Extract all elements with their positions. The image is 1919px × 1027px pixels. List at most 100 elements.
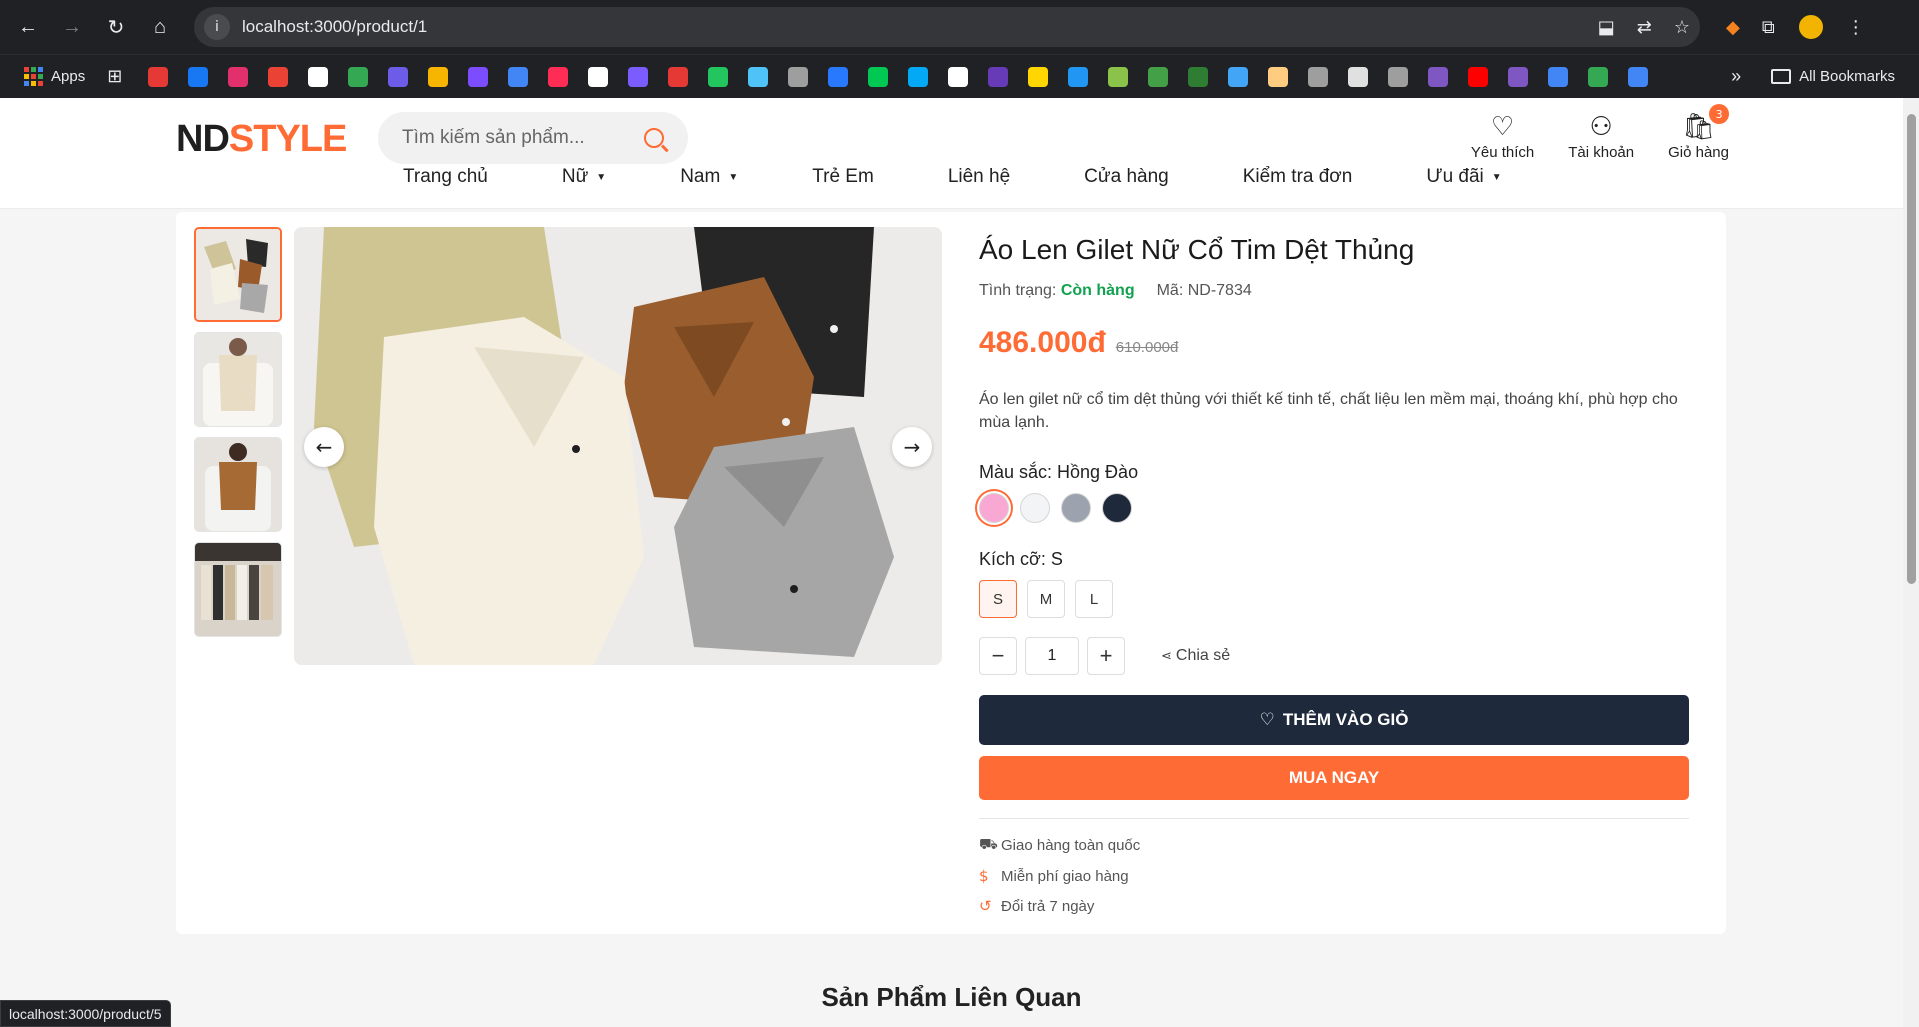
- thumbnail-3[interactable]: [194, 437, 282, 532]
- address-bar[interactable]: i localhost:3000/product/1 ⬓ ⇄ ☆: [194, 7, 1700, 47]
- bookmark-favicon-icon[interactable]: [468, 66, 489, 87]
- bookmark-favicon-icon[interactable]: [708, 66, 729, 87]
- bookmark-favicon-icon[interactable]: [828, 66, 849, 87]
- color-swatch[interactable]: [979, 493, 1009, 523]
- bookmark-favicon-icon[interactable]: [1508, 66, 1529, 87]
- url-text[interactable]: localhost:3000/product/1: [242, 17, 1598, 37]
- thumbnail-2[interactable]: [194, 332, 282, 427]
- nav-item[interactable]: Trang chủ: [403, 166, 488, 188]
- bookmark-favicon-icon[interactable]: [428, 66, 449, 87]
- bookmark-favicon-icon[interactable]: [1388, 66, 1409, 87]
- extensions-puzzle-icon[interactable]: ⧉: [1762, 17, 1775, 38]
- bookmark-favicon-icon[interactable]: [268, 66, 289, 87]
- thumbnail-1[interactable]: [194, 227, 282, 322]
- next-image-arrow-icon[interactable]: →: [892, 427, 932, 467]
- bookmark-favicon-icon[interactable]: [748, 66, 769, 87]
- nav-item[interactable]: Cửa hàng: [1084, 166, 1169, 188]
- reload-icon[interactable]: ↻: [102, 13, 130, 41]
- page-scrollbar[interactable]: [1903, 98, 1919, 1027]
- scrollbar-thumb[interactable]: [1907, 114, 1916, 584]
- install-app-icon[interactable]: ⬓: [1598, 17, 1615, 38]
- color-swatch[interactable]: [1061, 493, 1091, 523]
- nav-item[interactable]: Ưu đãi ▼: [1426, 166, 1501, 188]
- nav-item[interactable]: Liên hệ: [948, 166, 1010, 188]
- decrease-quantity-button[interactable]: −: [979, 637, 1017, 675]
- home-icon[interactable]: ⌂: [146, 13, 174, 41]
- size-option[interactable]: S: [979, 580, 1017, 618]
- search-input[interactable]: Tìm kiếm sản phẩm...: [402, 127, 644, 149]
- bookmark-favicon-icon[interactable]: [1348, 66, 1369, 87]
- color-swatch[interactable]: [1020, 493, 1050, 523]
- thumbnail-3-image: [195, 438, 281, 531]
- nav-item[interactable]: Nam ▼: [680, 166, 738, 188]
- translate-icon[interactable]: ⇄: [1637, 17, 1652, 38]
- wishlist-label: Yêu thích: [1470, 144, 1535, 161]
- bookmark-favicon-icon[interactable]: [1308, 66, 1329, 87]
- increase-quantity-button[interactable]: +: [1087, 637, 1125, 675]
- color-swatch[interactable]: [1102, 493, 1132, 523]
- nav-item[interactable]: Nữ ▼: [562, 166, 606, 188]
- nav-item-label: Kiểm tra đơn: [1242, 166, 1353, 187]
- bookmark-favicon-icon[interactable]: [508, 66, 529, 87]
- search-box[interactable]: Tìm kiếm sản phẩm...: [378, 112, 688, 164]
- more-bookmarks-icon[interactable]: »: [1731, 66, 1741, 87]
- size-option[interactable]: L: [1075, 580, 1113, 618]
- original-price: 610.000đ: [1115, 339, 1179, 356]
- back-icon[interactable]: ←: [14, 13, 42, 41]
- bookmark-favicon-icon[interactable]: [908, 66, 929, 87]
- add-to-cart-label: THÊM VÀO GIỎ: [1282, 710, 1409, 729]
- bookmark-favicon-icon[interactable]: [1028, 66, 1049, 87]
- forward-icon[interactable]: →: [58, 13, 86, 41]
- bookmark-favicon-icon[interactable]: [148, 66, 169, 87]
- bookmark-favicon-icon[interactable]: [1268, 66, 1289, 87]
- search-icon[interactable]: [644, 128, 664, 148]
- quantity-input[interactable]: 1: [1025, 637, 1079, 675]
- bookmark-favicon-icon[interactable]: [588, 66, 609, 87]
- bookmark-favicon-icon[interactable]: [1468, 66, 1489, 87]
- share-button[interactable]: ⋖ Chia sẻ: [1161, 647, 1230, 665]
- size-option[interactable]: M: [1027, 580, 1065, 618]
- bookmark-favicon-icon[interactable]: [1068, 66, 1089, 87]
- bookmark-favicon-icon[interactable]: [228, 66, 249, 87]
- bookmark-favicon-icon[interactable]: [1188, 66, 1209, 87]
- bookmark-favicon-icon[interactable]: [188, 66, 209, 87]
- bookmark-favicon-icon[interactable]: [1588, 66, 1609, 87]
- bookmark-favicon-icon[interactable]: [628, 66, 649, 87]
- thumbnail-4[interactable]: [194, 542, 282, 637]
- site-info-icon[interactable]: i: [204, 14, 230, 40]
- cart-button[interactable]: 🛍︎ 3 Giỏ hàng: [1668, 104, 1730, 161]
- buy-now-button[interactable]: MUA NGAY: [979, 756, 1689, 800]
- bookmark-favicon-icon[interactable]: [348, 66, 369, 87]
- bookmark-star-icon[interactable]: ☆: [1674, 17, 1690, 38]
- bookmark-favicon-icon[interactable]: [1428, 66, 1449, 87]
- site-logo[interactable]: NDSTYLE: [176, 118, 347, 161]
- bookmark-favicon-icon[interactable]: [388, 66, 409, 87]
- prev-image-arrow-icon[interactable]: ←: [304, 427, 344, 467]
- tab-groups-icon[interactable]: ⊞: [107, 66, 122, 87]
- bookmark-favicon-icon[interactable]: [1548, 66, 1569, 87]
- main-nav: Trang chủ Nữ ▼ Nam ▼ Trẻ Em Liên hệ Cửa hàng Kiể…: [148, 160, 1752, 194]
- bookmark-favicon-icon[interactable]: [988, 66, 1009, 87]
- bookmark-favicon-icon[interactable]: [548, 66, 569, 87]
- thumbnail-1-image: [196, 229, 280, 320]
- nav-item[interactable]: Trẻ Em: [812, 166, 874, 188]
- bookmark-favicon-icon[interactable]: [668, 66, 689, 87]
- bookmark-favicon-icon[interactable]: [308, 66, 329, 87]
- wishlist-button[interactable]: ♡ Yêu thích: [1471, 110, 1534, 161]
- bookmark-favicon-icon[interactable]: [1228, 66, 1249, 87]
- profile-avatar[interactable]: [1796, 13, 1825, 41]
- apps-shortcut[interactable]: Apps: [24, 67, 85, 86]
- nav-item[interactable]: Kiểm tra đơn: [1243, 166, 1353, 188]
- bookmark-favicon-icon[interactable]: [1148, 66, 1169, 87]
- account-button[interactable]: ⚇ Tài khoản: [1568, 110, 1634, 161]
- bookmark-favicon-icon[interactable]: [948, 66, 969, 87]
- bookmark-favicon-icon[interactable]: [868, 66, 889, 87]
- extension-fox-icon[interactable]: ◆: [1726, 17, 1740, 38]
- menu-kebab-icon[interactable]: ⋮: [1847, 17, 1865, 38]
- bookmark-favicon-icon[interactable]: [788, 66, 809, 87]
- bookmark-favicon-icon[interactable]: [1628, 66, 1649, 87]
- add-to-cart-button[interactable]: ♡ THÊM VÀO GIỎ: [979, 695, 1689, 745]
- main-product-image[interactable]: ← →: [294, 227, 942, 665]
- all-bookmarks[interactable]: All Bookmarks: [1771, 68, 1895, 85]
- bookmark-favicon-icon[interactable]: [1108, 66, 1129, 87]
